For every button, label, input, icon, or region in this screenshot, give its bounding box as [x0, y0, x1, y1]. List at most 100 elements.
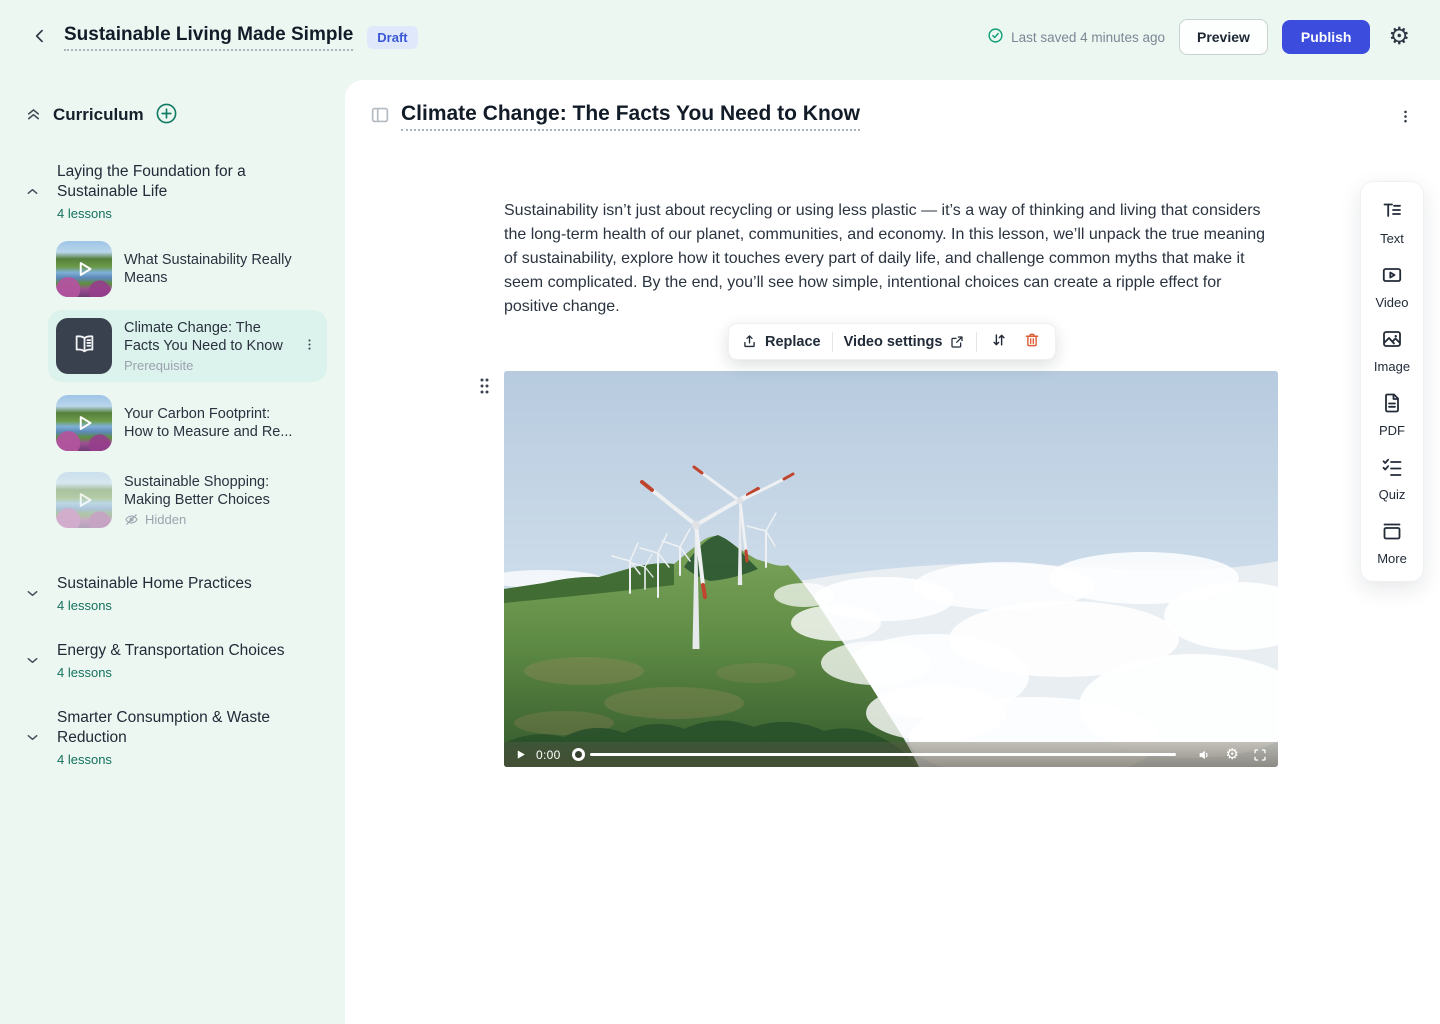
chevron-up-icon [24, 162, 44, 221]
section-title: Sustainable Home Practices [57, 574, 252, 594]
play-icon [56, 472, 112, 528]
gear-icon: ⚙ [1388, 25, 1410, 49]
image-block-icon [1380, 327, 1404, 354]
text-block-icon [1380, 199, 1404, 226]
video-player[interactable]: 0:00 ⚙ [504, 371, 1278, 767]
play-button[interactable] [514, 748, 527, 761]
collapse-all-button[interactable] [24, 104, 43, 126]
lesson-title: Sustainable Shopping: Making Better Choi… [124, 473, 294, 509]
curriculum-section: Sustainable Home Practices 4 lessons [0, 574, 345, 613]
section-header[interactable]: Sustainable Home Practices 4 lessons [0, 574, 345, 613]
check-circle-icon [987, 27, 1004, 47]
delete-block-button[interactable] [1021, 329, 1043, 354]
drag-dots-icon [478, 377, 491, 398]
preview-button[interactable]: Preview [1179, 19, 1268, 55]
video-thumbnail [56, 472, 112, 528]
book-open-icon [71, 330, 98, 362]
section-title: Energy & Transportation Choices [57, 641, 284, 661]
section-lesson-count: 4 lessons [57, 206, 257, 221]
course-builder-screen: Sustainable Living Made Simple Draft Las… [0, 0, 1440, 1024]
section-title: Laying the Foundation for a Sustainable … [57, 162, 257, 202]
double-chevron-up-icon [24, 104, 43, 126]
lesson-meta-hidden: Hidden [124, 512, 319, 527]
section-lesson-count: 4 lessons [57, 598, 252, 613]
publish-button[interactable]: Publish [1282, 20, 1371, 54]
course-title[interactable]: Sustainable Living Made Simple [64, 24, 353, 51]
add-pdf-block-button[interactable]: PDF [1379, 391, 1405, 438]
curriculum-section: Smarter Consumption & Waste Reduction 4 … [0, 708, 345, 767]
curriculum-header: Curriculum [0, 80, 345, 128]
lesson-title: Climate Change: The Facts You Need to Kn… [124, 319, 290, 355]
video-thumbnail [56, 241, 112, 297]
chevron-left-icon [30, 26, 50, 49]
lesson-list: What Sustainability Really Means Climate… [0, 233, 345, 536]
video-settings-button[interactable]: Video settings [844, 334, 966, 350]
save-status-text: Last saved 4 minutes ago [1011, 30, 1165, 45]
settings-button[interactable]: ⚙ [1384, 21, 1414, 53]
lesson-body-text[interactable]: Sustainability isn’t just about recyclin… [504, 199, 1280, 319]
wind-farm-video-frame [504, 371, 1278, 767]
add-block-palette: Text Video Image PDF [1360, 181, 1424, 582]
status-badge: Draft [367, 26, 417, 49]
add-quiz-block-button[interactable]: Quiz [1379, 455, 1406, 502]
add-text-block-button[interactable]: Text [1380, 199, 1404, 246]
block-drag-handle[interactable] [476, 375, 493, 400]
section-header[interactable]: Laying the Foundation for a Sustainable … [0, 162, 345, 221]
add-section-button[interactable] [155, 102, 178, 128]
video-block-toolbar: Replace Video settings [728, 323, 1056, 360]
add-more-block-button[interactable]: More [1377, 519, 1407, 566]
panel-toggle-icon [369, 104, 391, 129]
trash-icon [1023, 331, 1041, 352]
section-header[interactable]: Smarter Consumption & Waste Reduction 4 … [0, 708, 345, 767]
section-header[interactable]: Energy & Transportation Choices 4 lesson… [0, 641, 345, 680]
plus-circle-icon [155, 102, 178, 128]
lesson-menu-button[interactable] [300, 335, 319, 357]
back-button[interactable] [26, 22, 54, 53]
upload-icon [741, 333, 758, 350]
player-settings-button[interactable]: ⚙ [1226, 747, 1239, 762]
toolbar-divider [976, 332, 977, 352]
play-icon [56, 395, 112, 451]
eye-off-icon [124, 512, 139, 527]
fullscreen-button[interactable] [1252, 747, 1268, 763]
sort-arrows-icon [990, 331, 1008, 352]
reading-lesson-tile [56, 318, 112, 374]
chevron-down-icon [24, 574, 44, 613]
lesson-editor-panel: Climate Change: The Facts You Need to Kn… [345, 80, 1440, 1024]
toggle-sidebar-button[interactable] [369, 104, 391, 129]
lesson-item[interactable]: What Sustainability Really Means [48, 233, 327, 305]
lesson-header: Climate Change: The Facts You Need to Kn… [369, 102, 1418, 131]
add-image-block-button[interactable]: Image [1374, 327, 1410, 374]
lesson-item-hidden[interactable]: Sustainable Shopping: Making Better Choi… [48, 464, 327, 536]
add-video-block-button[interactable]: Video [1375, 263, 1408, 310]
external-link-icon [949, 334, 965, 350]
video-block-icon [1380, 263, 1404, 290]
current-time: 0:00 [536, 748, 561, 762]
play-icon [56, 241, 112, 297]
lesson-page-title[interactable]: Climate Change: The Facts You Need to Kn… [401, 102, 860, 131]
replace-button[interactable]: Replace [741, 333, 821, 350]
lesson-item[interactable]: Your Carbon Footprint: How to Measure an… [48, 387, 327, 459]
topbar-actions: Last saved 4 minutes ago Preview Publish… [987, 19, 1414, 55]
curriculum-section: Energy & Transportation Choices 4 lesson… [0, 641, 345, 680]
section-title: Smarter Consumption & Waste Reduction [57, 708, 272, 748]
seek-handle[interactable] [572, 748, 585, 761]
pdf-block-icon [1380, 391, 1404, 418]
lesson-options-button[interactable] [1393, 104, 1418, 129]
lesson-title: Your Carbon Footprint: How to Measure an… [124, 405, 294, 441]
volume-button[interactable] [1197, 747, 1213, 763]
chevron-down-icon [24, 641, 44, 680]
top-bar: Sustainable Living Made Simple Draft Las… [0, 0, 1440, 80]
save-status: Last saved 4 minutes ago [987, 27, 1165, 47]
chevron-down-icon [24, 708, 44, 767]
move-block-button[interactable] [988, 329, 1010, 354]
video-controls-bar: 0:00 ⚙ [504, 742, 1278, 767]
seek-bar[interactable] [590, 753, 1176, 756]
video-thumbnail [56, 395, 112, 451]
gear-icon: ⚙ [1226, 747, 1239, 762]
more-blocks-icon [1380, 519, 1404, 546]
lesson-meta-prerequisite: Prerequisite [124, 358, 288, 373]
lesson-item-selected[interactable]: Climate Change: The Facts You Need to Kn… [48, 310, 327, 382]
quiz-block-icon [1380, 455, 1404, 482]
curriculum-section: Laying the Foundation for a Sustainable … [0, 162, 345, 536]
